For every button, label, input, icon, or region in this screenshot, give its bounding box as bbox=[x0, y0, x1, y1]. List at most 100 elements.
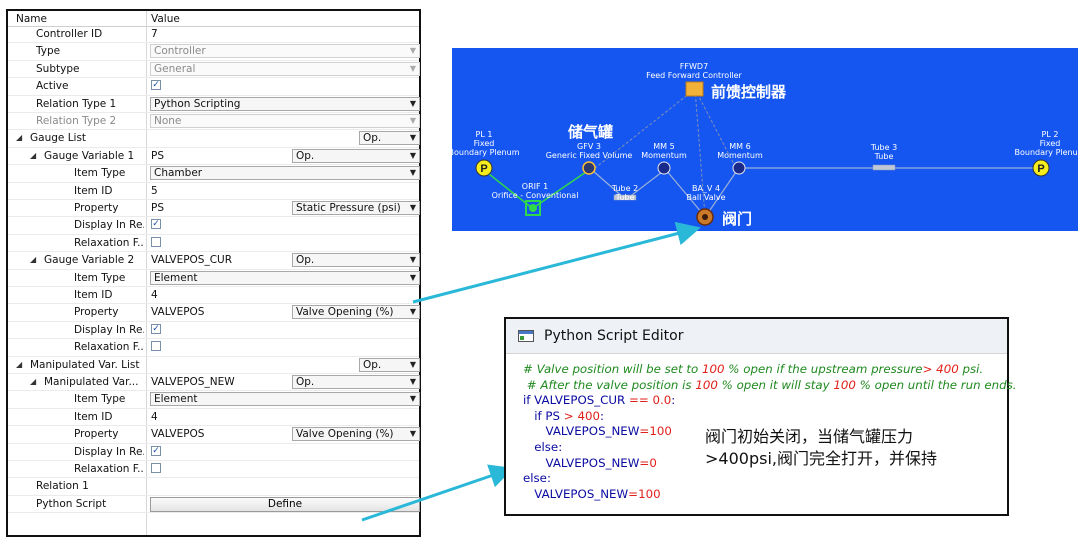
value-dropdown[interactable]: None ▼ bbox=[150, 114, 420, 128]
value-dropdown[interactable]: Controller ▼ bbox=[150, 44, 420, 59]
grid-row[interactable]: Display In Re... ✓ bbox=[8, 444, 419, 461]
row-label: Display In Re... bbox=[74, 323, 144, 336]
grid-row[interactable]: Active ✓ bbox=[8, 78, 419, 96]
grid-row[interactable]: Relaxation F... bbox=[8, 339, 419, 357]
row-label: Property bbox=[74, 202, 119, 214]
value-dropdown[interactable]: General ▼ bbox=[150, 61, 420, 76]
expander-triangle-icon[interactable]: ◢ bbox=[30, 255, 36, 264]
dropdown-arrow-icon[interactable]: ▼ bbox=[410, 167, 416, 179]
dropdown-arrow-icon[interactable]: ▼ bbox=[410, 132, 416, 144]
row-value: VALVEPOS bbox=[151, 428, 205, 441]
dropdown-arrow-icon[interactable]: ▼ bbox=[410, 306, 416, 318]
network-diagram: P P 前馈控制器 储气罐 阀门 PL 1 Fixed Boundary Plenu… bbox=[448, 48, 1080, 231]
grid-row[interactable]: ◢ Gauge Variable 2 VALVEPOS_CUR Op. ▼ bbox=[8, 252, 420, 270]
dropdown-arrow-icon[interactable]: ▼ bbox=[410, 376, 416, 388]
row-label: Relation 1 bbox=[36, 480, 89, 493]
node-label-line: Boundary Plenum bbox=[448, 148, 520, 157]
dropdown-arrow-icon[interactable]: ▼ bbox=[410, 115, 416, 127]
grid-row[interactable]: ◢ Manipulated Var. List Op. ▼ bbox=[8, 357, 420, 374]
dropdown-arrow-icon[interactable]: ▼ bbox=[410, 359, 416, 371]
node-label-line: Fixed bbox=[1039, 139, 1061, 148]
node-label-line: Momentum bbox=[641, 151, 687, 160]
node-label-mm5: MM 5 Momentum bbox=[641, 142, 687, 160]
grid-row[interactable]: Subtype General ▼ bbox=[8, 61, 420, 79]
grid-row[interactable]: ◢ Gauge List Op. ▼ bbox=[8, 130, 420, 148]
tube3-node[interactable] bbox=[872, 164, 896, 171]
code-token: VALVEPOS_NEW bbox=[523, 455, 640, 470]
name-column-header[interactable]: Name bbox=[16, 13, 47, 25]
grid-row[interactable]: ◢ Manipulated Var... VALVEPOS_NEW Op. ▼ bbox=[8, 374, 420, 392]
grid-row[interactable]: Item Type Chamber ▼ bbox=[8, 165, 420, 183]
grid-row[interactable]: Display In Re... ✓ bbox=[8, 322, 419, 340]
grid-row[interactable]: Property VALVEPOS Valve Opening (%) ▼ bbox=[8, 426, 420, 444]
operation-dropdown[interactable]: Op. ▼ bbox=[359, 357, 420, 372]
grid-row[interactable]: Item Type Element ▼ bbox=[8, 391, 420, 409]
expander-triangle-icon[interactable]: ◢ bbox=[30, 377, 36, 386]
dropdown-arrow-icon[interactable]: ▼ bbox=[410, 202, 416, 214]
operation-dropdown[interactable]: Op. ▼ bbox=[359, 131, 420, 146]
operation-value: Op. bbox=[363, 358, 382, 371]
grid-row[interactable]: Item ID 4 bbox=[8, 287, 419, 305]
grid-row[interactable]: Relation Type 1 Python Scripting ▼ bbox=[8, 96, 420, 113]
checkbox-checked[interactable]: ✓ bbox=[151, 323, 161, 334]
dropdown-arrow-icon[interactable]: ▼ bbox=[410, 45, 416, 57]
grid-row[interactable]: ◢ Gauge Variable 1 PS Op. ▼ bbox=[8, 148, 420, 166]
checkbox-checked[interactable]: ✓ bbox=[151, 219, 161, 230]
grid-row[interactable]: Display In Re... ✓ bbox=[8, 217, 419, 235]
expander-triangle-icon[interactable]: ◢ bbox=[30, 151, 36, 160]
value-dropdown[interactable]: Element ▼ bbox=[150, 392, 420, 407]
grid-row[interactable]: Item Type Element ▼ bbox=[8, 270, 420, 287]
dropdown-arrow-icon[interactable]: ▼ bbox=[410, 393, 416, 405]
cn-label-controller: 前馈控制器 bbox=[711, 83, 787, 101]
value-dropdown[interactable]: Element ▼ bbox=[150, 270, 420, 285]
grid-row[interactable]: Relation 1 bbox=[8, 478, 419, 496]
mm6-node[interactable] bbox=[732, 161, 746, 175]
grid-row[interactable]: Property VALVEPOS Valve Opening (%) ▼ bbox=[8, 304, 420, 322]
row-value: VALVEPOS_NEW bbox=[151, 376, 235, 388]
value-column-header[interactable]: Value bbox=[151, 13, 180, 25]
operation-dropdown[interactable]: Valve Opening (%) ▼ bbox=[292, 427, 420, 442]
operation-dropdown[interactable]: Op. ▼ bbox=[292, 253, 420, 268]
annotation-note: 阀门初始关闭，当储气罐压力 >400psi,阀门完全打开，并保持 bbox=[705, 426, 937, 470]
checkbox-unchecked[interactable] bbox=[151, 463, 161, 473]
expander-triangle-icon[interactable]: ◢ bbox=[16, 360, 22, 369]
define-script-button[interactable]: Define bbox=[150, 496, 420, 512]
dropdown-arrow-icon[interactable]: ▼ bbox=[410, 428, 416, 440]
mm5-node[interactable] bbox=[657, 161, 671, 175]
grid-row[interactable]: Item ID 5 bbox=[8, 183, 419, 200]
operation-dropdown[interactable]: Valve Opening (%) ▼ bbox=[292, 305, 420, 320]
node-label-line: FFWD7 bbox=[679, 62, 709, 71]
code-token: = bbox=[628, 486, 639, 501]
dropdown-arrow-icon[interactable]: ▼ bbox=[410, 272, 416, 284]
pl2-glyph: P bbox=[1037, 163, 1044, 175]
dropdown-arrow-icon[interactable]: ▼ bbox=[410, 98, 416, 110]
checkbox-unchecked[interactable] bbox=[151, 236, 161, 247]
dropdown-arrow-icon[interactable]: ▼ bbox=[410, 63, 416, 75]
operation-dropdown[interactable]: Static Pressure (psi) ▼ bbox=[292, 201, 420, 215]
checkbox-checked[interactable]: ✓ bbox=[151, 80, 161, 91]
checkbox-unchecked[interactable] bbox=[151, 341, 161, 352]
grid-row[interactable]: Relaxation F... bbox=[8, 461, 419, 479]
expander-triangle-icon[interactable]: ◢ bbox=[16, 133, 22, 142]
row-label: Subtype bbox=[36, 62, 80, 75]
grid-row[interactable]: Relaxation F... bbox=[8, 235, 419, 253]
code-line: if PS > 400: bbox=[523, 409, 1016, 425]
grid-row[interactable]: Relation Type 2 None ▼ bbox=[8, 113, 420, 131]
grid-row[interactable]: Item ID 4 bbox=[8, 409, 419, 427]
value-dropdown[interactable]: Chamber ▼ bbox=[150, 166, 420, 181]
ffwd7-node[interactable] bbox=[685, 81, 704, 97]
checkbox-checked[interactable]: ✓ bbox=[151, 445, 161, 456]
gfv3-node[interactable] bbox=[582, 161, 596, 175]
grid-row[interactable]: Controller ID 7 bbox=[8, 26, 419, 44]
dropdown-value: None bbox=[154, 115, 182, 127]
grid-row[interactable]: Type Controller ▼ bbox=[8, 43, 420, 61]
operation-dropdown[interactable]: Op. ▼ bbox=[292, 148, 420, 163]
value-dropdown[interactable]: Python Scripting ▼ bbox=[150, 96, 420, 111]
grid-row[interactable]: Python Script Define bbox=[8, 496, 420, 514]
orif1-core bbox=[529, 204, 537, 212]
dropdown-arrow-icon[interactable]: ▼ bbox=[410, 150, 416, 162]
code-token: 100 bbox=[695, 377, 718, 392]
operation-dropdown[interactable]: Op. ▼ bbox=[292, 375, 420, 389]
dropdown-arrow-icon[interactable]: ▼ bbox=[410, 254, 416, 266]
grid-row[interactable]: Property PS Static Pressure (psi) ▼ bbox=[8, 200, 420, 218]
